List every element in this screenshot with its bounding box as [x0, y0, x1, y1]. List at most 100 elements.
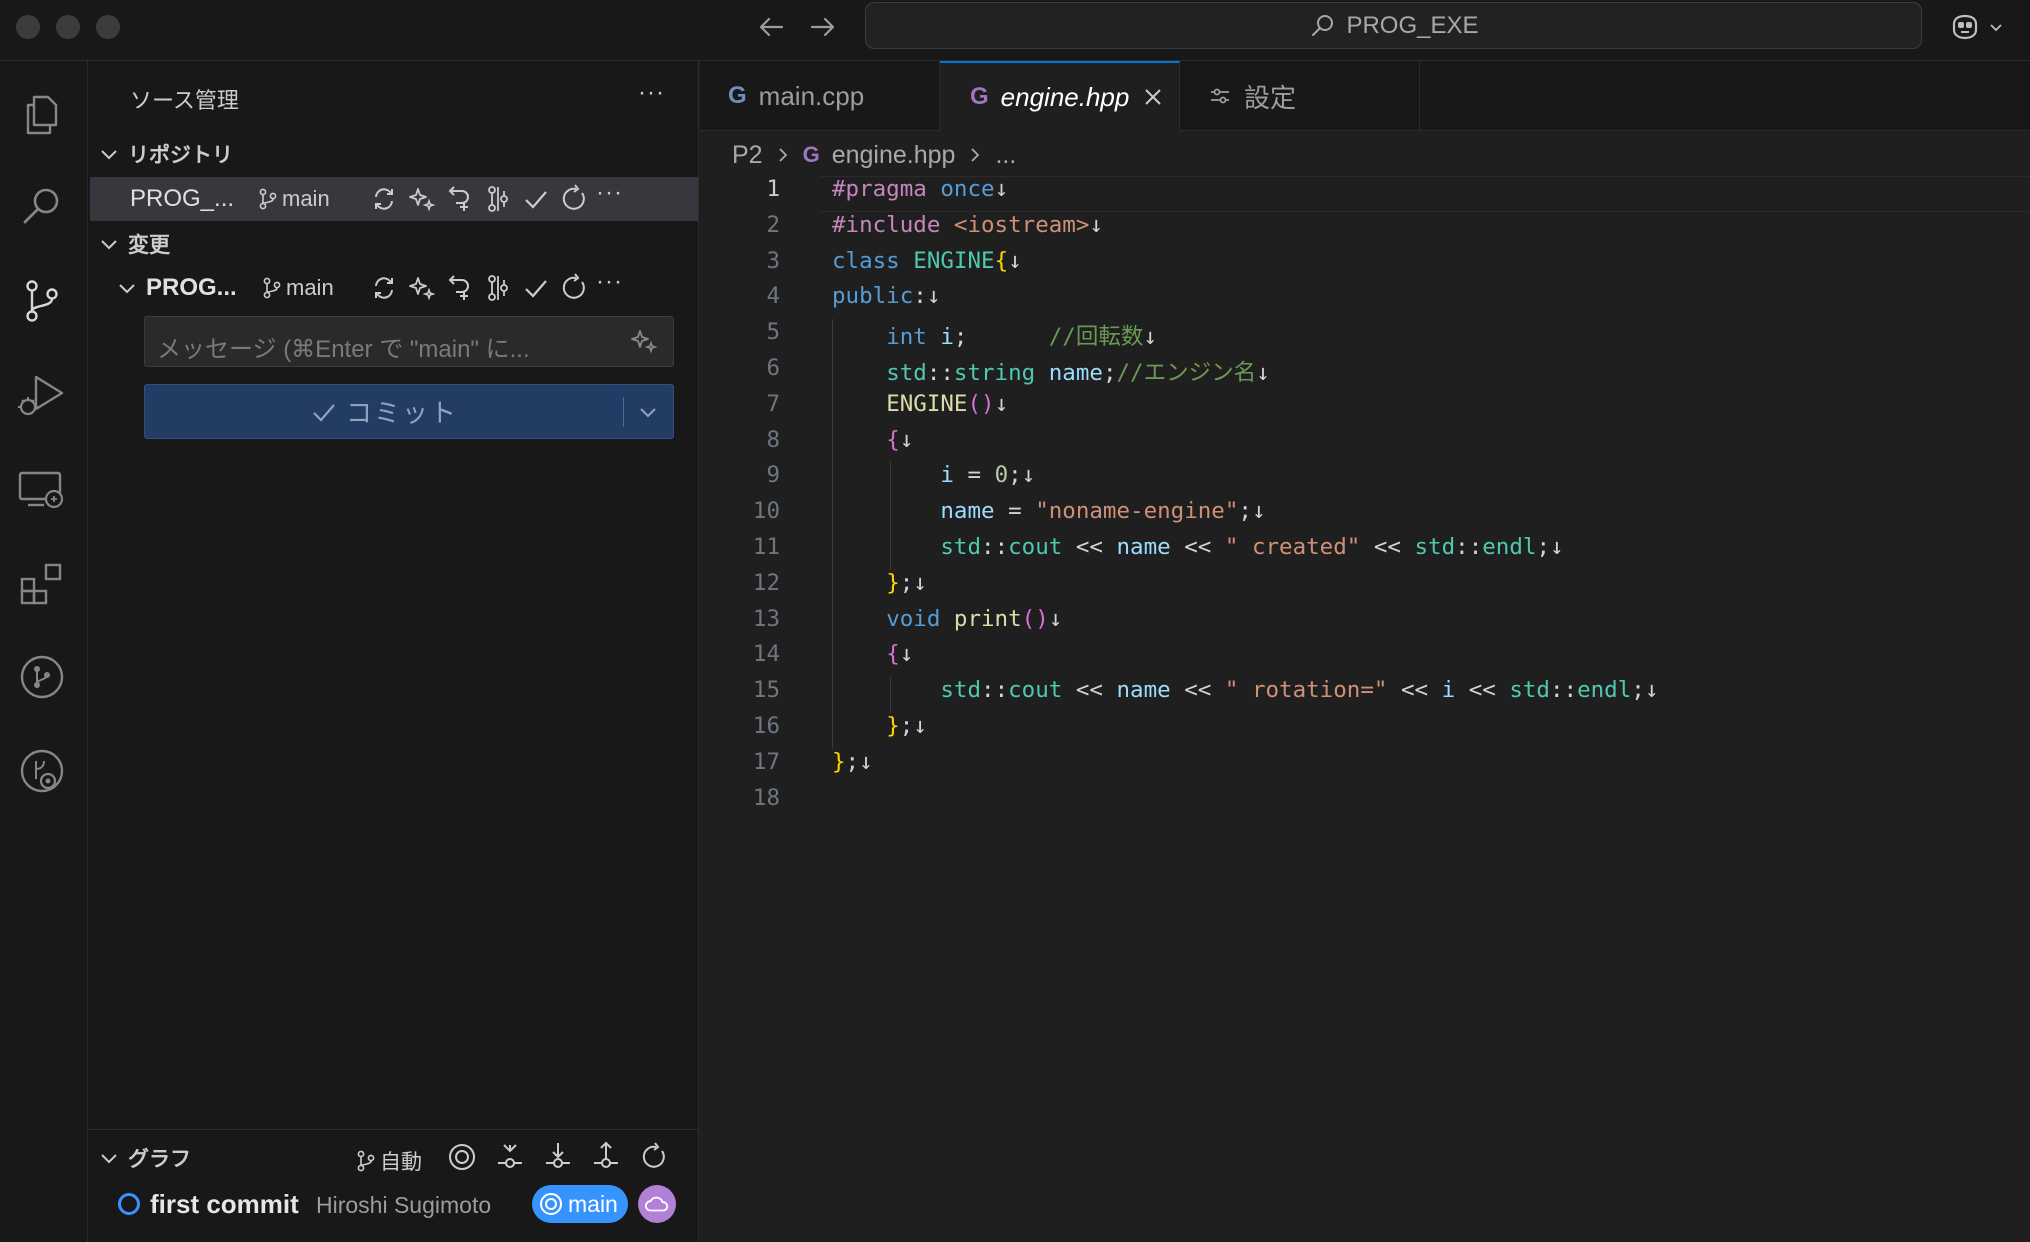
commit-main-action[interactable]: コミット [145, 385, 623, 438]
back-arrow-icon[interactable] [752, 10, 792, 44]
code-line[interactable]: 4 public:↓ [700, 283, 2030, 319]
code-line[interactable]: 8 {↓ [700, 427, 2030, 463]
sync-icon[interactable] [368, 183, 400, 215]
repo-more-icon[interactable]: ··· [596, 179, 628, 211]
refresh-icon[interactable] [558, 272, 590, 304]
minimize-window-button[interactable] [56, 15, 80, 39]
commit-button[interactable]: コミット [144, 384, 674, 439]
line-number: 6 [766, 355, 780, 381]
chevron-down-icon [1990, 24, 2002, 32]
code-line[interactable]: 11 std::cout << name << " created" << st… [700, 534, 2030, 570]
code-text: };↓ [832, 748, 873, 775]
code-line[interactable]: 10 name = "noname-engine";↓ [700, 498, 2030, 534]
commit-check-icon[interactable] [520, 272, 552, 304]
chevron-right-icon [971, 148, 980, 162]
command-center-search[interactable]: PROG_EXE [865, 2, 1922, 49]
repository-row[interactable]: PROG_... main ··· [90, 177, 698, 221]
worktree-icon[interactable] [482, 183, 514, 215]
close-window-button[interactable] [16, 15, 40, 39]
code-line[interactable]: 13 void print()↓ [700, 606, 2030, 642]
sync-icon[interactable] [368, 272, 400, 304]
code-line[interactable]: 15 std::cout << name << " rotation=" << … [700, 677, 2030, 713]
refresh-icon[interactable] [558, 183, 590, 215]
git-graph-icon[interactable] [14, 743, 70, 799]
changes-repo-row[interactable]: PROG... [116, 271, 237, 305]
code-line[interactable]: 17 };↓ [700, 749, 2030, 785]
commit-dropdown-chevron-icon[interactable] [633, 397, 663, 427]
cpp-file-icon: G [728, 82, 747, 109]
commit-node-icon [118, 1193, 140, 1215]
code-line[interactable]: 14 {↓ [700, 641, 2030, 677]
remote-explorer-icon[interactable] [14, 461, 70, 517]
search-icon[interactable] [14, 179, 70, 235]
line-number: 17 [752, 748, 780, 775]
tab-settings[interactable]: 設定 [1180, 61, 1420, 131]
line-number: 16 [752, 713, 780, 739]
changes-section-header[interactable]: 変更 [98, 227, 170, 261]
breadcrumb-item[interactable]: ... [995, 141, 1016, 170]
tab-engine-hpp[interactable]: G engine.hpp [940, 61, 1180, 131]
breadcrumb-item[interactable]: engine.hpp [832, 141, 956, 170]
graph-branch-picker[interactable]: 自動 [356, 1146, 422, 1176]
github-pull-requests-icon[interactable] [14, 649, 70, 705]
code-line[interactable]: 1 #pragma once↓ [700, 176, 2030, 212]
close-icon[interactable] [1141, 85, 1165, 109]
code-line[interactable]: 9 i = 0;↓ [700, 462, 2030, 498]
explorer-icon[interactable] [14, 85, 70, 141]
fetch-icon[interactable] [494, 1141, 526, 1177]
code-line[interactable]: 3 class ENGINE{↓ [700, 248, 2030, 284]
line-number: 9 [766, 462, 780, 489]
settings-sliders-icon [1211, 88, 1229, 104]
code-text: public:↓ [832, 283, 941, 310]
tab-main-cpp[interactable]: G main.cpp [700, 61, 940, 131]
pull-icon[interactable] [542, 1141, 574, 1177]
stash-icon[interactable] [444, 272, 476, 304]
sparkle-icon[interactable] [406, 183, 438, 215]
code-line[interactable]: 12 };↓ [700, 570, 2030, 606]
breadcrumb-item[interactable]: P2 [732, 141, 763, 170]
line-number: 11 [752, 534, 780, 560]
source-control-icon[interactable] [14, 273, 70, 329]
code-text: i = 0;↓ [940, 462, 1036, 489]
extensions-icon[interactable] [14, 555, 70, 611]
forward-arrow-icon[interactable] [802, 10, 842, 44]
code-line[interactable]: 7 ENGINE()↓ [700, 391, 2030, 427]
changes-more-icon[interactable]: ··· [596, 268, 628, 300]
zoom-window-button[interactable] [96, 15, 120, 39]
repositories-section-header[interactable]: リポジトリ [98, 137, 233, 171]
branch-picker[interactable]: main [262, 275, 334, 301]
code-line[interactable]: 16 };↓ [700, 713, 2030, 749]
branch-picker[interactable]: main [258, 186, 330, 212]
code-line[interactable]: 2 #include <iostream>↓ [700, 212, 2030, 248]
more-actions-icon[interactable]: ··· [638, 79, 665, 107]
branch-icon [259, 188, 277, 210]
commit-check-icon[interactable] [520, 183, 552, 215]
code-line[interactable]: 18 [700, 785, 2030, 821]
go-to-current-icon[interactable] [446, 1141, 478, 1177]
code-line[interactable]: 6 std::string name;//エンジン名↓ [700, 355, 2030, 391]
commit-message-input[interactable]: メッセージ (⌘Enter で "main" に... [144, 316, 674, 367]
chevron-down-icon [119, 284, 135, 294]
sparkle-icon[interactable] [406, 272, 438, 304]
generate-message-sparkle-icon[interactable] [628, 327, 660, 357]
graph-commit-row[interactable]: first commit Hiroshi Sugimoto main [88, 1175, 699, 1235]
line-number: 15 [752, 677, 780, 704]
commit-author: Hiroshi Sugimoto [316, 1192, 492, 1218]
chevron-down-icon [101, 1154, 117, 1164]
graph-refresh-icon[interactable] [638, 1141, 670, 1177]
run-debug-icon[interactable] [14, 367, 70, 423]
stash-icon[interactable] [444, 183, 476, 215]
code-text: std::string name;//エンジン名↓ [886, 360, 1270, 386]
code-text: {↓ [886, 426, 914, 453]
section-divider [88, 1129, 699, 1130]
code-line[interactable]: 5 int i; //回転数↓ [700, 319, 2030, 355]
graph-section-header[interactable]: グラフ [98, 1141, 191, 1175]
worktree-icon[interactable] [482, 272, 514, 304]
tab-label: engine.hpp [1000, 81, 1130, 112]
push-icon[interactable] [590, 1141, 622, 1177]
title-bar: PROG_EXE [0, 0, 2030, 61]
copilot-menu[interactable] [1948, 10, 2012, 44]
section-label: グラフ [128, 1148, 191, 1171]
code-text: class ENGINE{↓ [832, 247, 1022, 274]
code-text: std::cout << name << " rotation=" << i <… [940, 677, 1659, 704]
